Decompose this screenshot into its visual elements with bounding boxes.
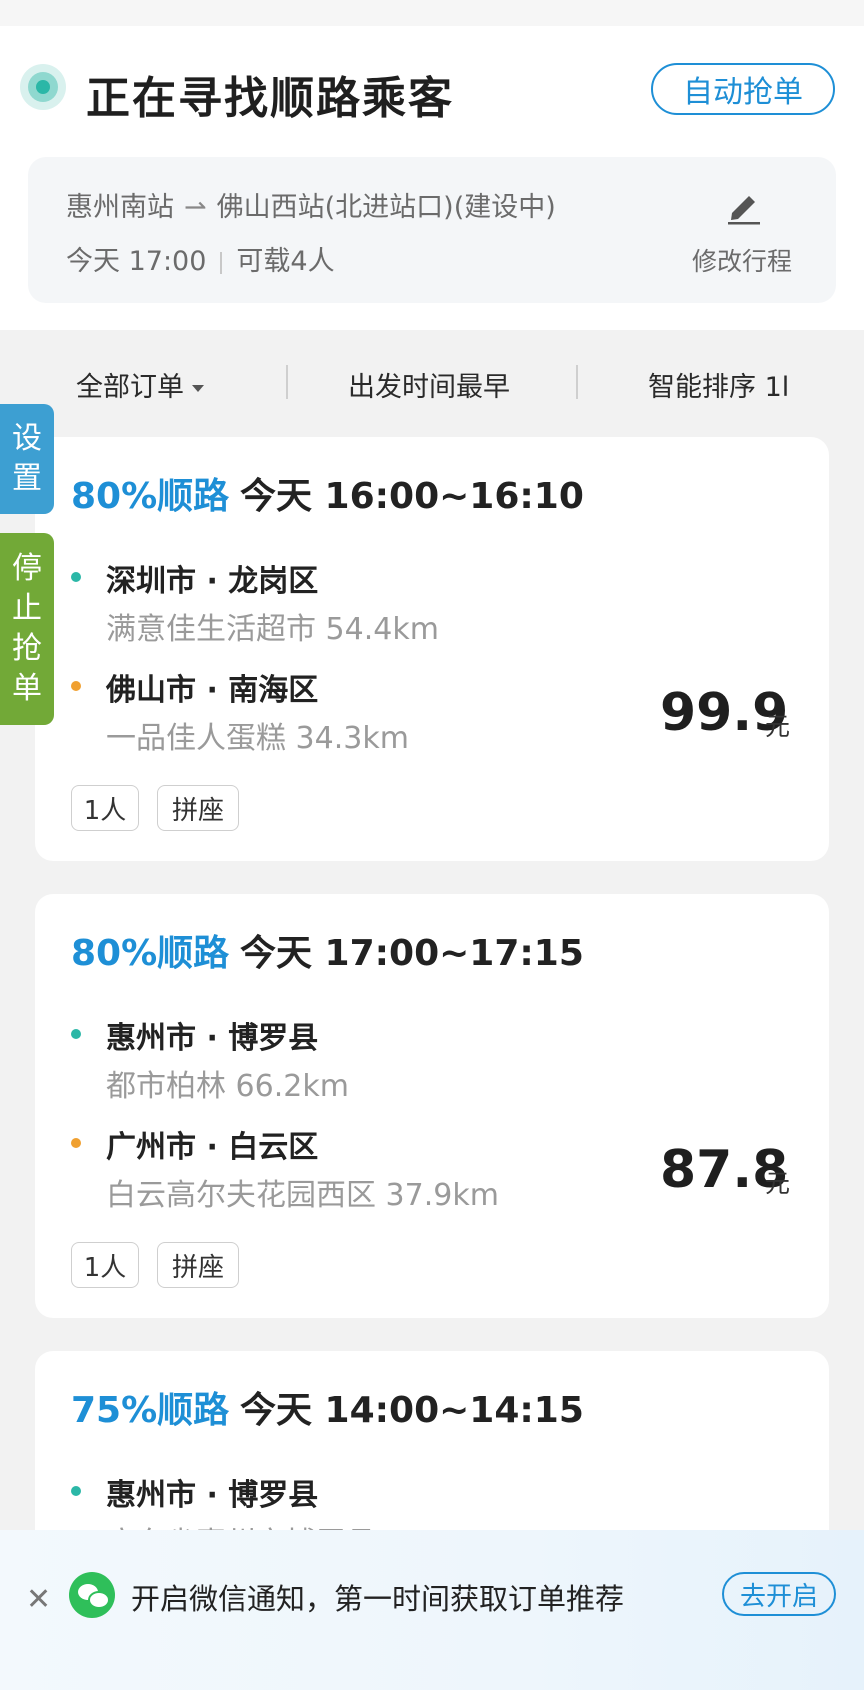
trip-capacity: 可载4人 [236, 246, 335, 277]
match-percentage: 80%顺路 [71, 476, 230, 517]
drop-dot-icon [71, 1138, 81, 1148]
tag-carpool: 拼座 [157, 785, 239, 831]
filter-divider [286, 365, 288, 399]
trip-origin: 惠州南站 [66, 192, 174, 223]
pickup-city: 惠州市 · 博罗县 [106, 1021, 319, 1056]
filter-earliest[interactable]: 出发时间最早 [348, 365, 510, 404]
pickup-city: 惠州市 · 博罗县 [106, 1478, 319, 1513]
caret-down-icon [192, 385, 204, 392]
stop-grab-tab[interactable]: 停 止 抢 单 [0, 533, 54, 725]
auto-grab-button[interactable]: 自动抢单 [651, 63, 835, 115]
order-time: 今天 16:00~16:10 [240, 476, 584, 517]
stop-grab-tab-char: 单 [12, 671, 42, 706]
trip-time: 今天 17:00 [66, 246, 207, 277]
drop-city: 佛山市 · 南海区 [106, 673, 319, 708]
stop-grab-tab-char: 止 [12, 591, 42, 626]
wechat-icon [69, 1572, 115, 1618]
filter-all-orders-label: 全部订单 [76, 372, 184, 403]
settings-tab-char: 设 [12, 421, 42, 456]
pickup-dot-icon [71, 1029, 81, 1039]
filter-smart-sort[interactable]: 智能排序 1l [648, 365, 789, 404]
wechat-notify-banner: ✕ 开启微信通知，第一时间获取订单推荐 去开启 [0, 1530, 864, 1690]
match-percentage: 75%顺路 [71, 1390, 230, 1431]
pickup-dot-icon [71, 1486, 81, 1496]
drop-place: 白云高尔夫花园西区 37.9km [106, 1178, 499, 1213]
match-percentage: 80%顺路 [71, 933, 230, 974]
meta-divider [220, 251, 223, 274]
tag-carpool: 拼座 [157, 1242, 239, 1288]
tag-passengers: 1人 [71, 1242, 139, 1288]
filter-divider [576, 365, 578, 399]
price-unit: 元 [765, 712, 791, 741]
pickup-place: 满意佳生活超市 54.4km [106, 612, 439, 647]
route-arrow-icon: ⇀ [184, 192, 207, 223]
tag-passengers: 1人 [71, 785, 139, 831]
order-card[interactable]: 80%顺路 今天 17:00~17:15 惠州市 · 博罗县 都市柏林 66.2… [35, 894, 829, 1318]
searching-pulse-icon [20, 64, 66, 110]
pickup-city: 深圳市 · 龙岗区 [106, 564, 319, 599]
pickup-place: 都市柏林 66.2km [106, 1069, 349, 1104]
enable-notification-button[interactable]: 去开启 [722, 1572, 836, 1616]
stop-grab-tab-char: 停 [12, 551, 42, 586]
trip-summary: 惠州南站 ⇀ 佛山西站(北进站口)(建设中) 今天 17:00 可载4人 修改行程 [28, 157, 836, 303]
pencil-icon[interactable] [724, 189, 764, 225]
filter-all-orders[interactable]: 全部订单 [76, 365, 204, 404]
banner-text: 开启微信通知，第一时间获取订单推荐 [131, 1582, 625, 1616]
trip-destination: 佛山西站(北进站口)(建设中) [216, 192, 556, 223]
order-card[interactable]: 80%顺路 今天 16:00~16:10 深圳市 · 龙岗区 满意佳生活超市 5… [35, 437, 829, 861]
stop-grab-tab-char: 抢 [12, 631, 42, 666]
order-time: 今天 17:00~17:15 [240, 933, 584, 974]
trip-meta: 今天 17:00 可载4人 [66, 239, 335, 278]
pickup-dot-icon [71, 572, 81, 582]
close-icon[interactable]: ✕ [26, 1582, 51, 1617]
drop-place: 一品佳人蛋糕 34.3km [106, 721, 409, 756]
settings-tab[interactable]: 设 置 [0, 404, 54, 514]
filter-bar: 全部订单 出发时间最早 智能排序 1l [0, 355, 864, 411]
settings-tab-char: 置 [12, 461, 42, 496]
price-unit: 元 [765, 1169, 791, 1198]
trip-route: 惠州南站 ⇀ 佛山西站(北进站口)(建设中) [66, 185, 556, 224]
page-title: 正在寻找顺路乘客 [86, 73, 454, 124]
drop-city: 广州市 · 白云区 [106, 1130, 319, 1165]
order-time: 今天 14:00~14:15 [240, 1390, 584, 1431]
edit-trip-button[interactable]: 修改行程 [692, 242, 792, 278]
status-bar-area [0, 0, 864, 26]
drop-dot-icon [71, 681, 81, 691]
